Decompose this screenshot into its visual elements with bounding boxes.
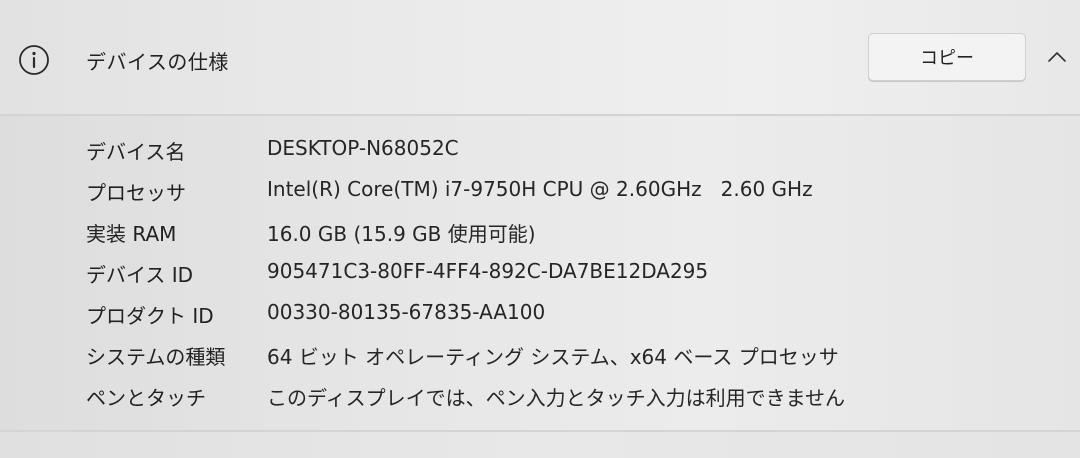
spec-label: ペンとタッチ bbox=[86, 386, 206, 410]
spec-label: プロセッサ bbox=[86, 181, 186, 205]
spec-value: Intel(R) Core(TM) i7-9750H CPU @ 2.60GHz… bbox=[267, 177, 813, 201]
section-title: デバイスの仕様 bbox=[86, 50, 229, 74]
spec-row-product-id: プロダクト ID 00330-80135-67835-AA100 bbox=[0, 292, 1080, 332]
spec-value: 64 ビット オペレーティング システム、x64 ベース プロセッサ bbox=[267, 345, 839, 369]
device-specs-header[interactable]: デバイスの仕様 コピー bbox=[0, 0, 1080, 116]
spec-label: プロダクト ID bbox=[86, 304, 214, 328]
spec-label: デバイス名 bbox=[86, 140, 186, 164]
spec-value: DESKTOP-N68052C bbox=[267, 136, 459, 160]
spec-value: 00330-80135-67835-AA100 bbox=[267, 300, 546, 324]
spec-row-pen-and-touch: ペンとタッチ このディスプレイでは、ペン入力とタッチ入力は利用できません bbox=[0, 374, 1080, 414]
spec-label: デバイス ID bbox=[86, 263, 194, 287]
chevron-up-icon[interactable] bbox=[1046, 49, 1068, 65]
device-specs-panel: デバイスの仕様 コピー デバイス名 DESKTOP-N68052C プロセッサ … bbox=[0, 0, 1080, 458]
spec-value: このディスプレイでは、ペン入力とタッチ入力は利用できません bbox=[267, 386, 845, 410]
spec-value: 905471C3-80FF-4FF4-892C-DA7BE12DA295 bbox=[267, 259, 709, 283]
next-section-edge bbox=[0, 432, 1080, 458]
spec-label: 実装 RAM bbox=[86, 222, 177, 246]
spec-row-device-name: デバイス名 DESKTOP-N68052C bbox=[0, 128, 1080, 168]
copy-button[interactable]: コピー bbox=[868, 33, 1026, 81]
copy-button-label: コピー bbox=[920, 48, 974, 69]
info-icon bbox=[19, 45, 49, 75]
spec-row-processor: プロセッサ Intel(R) Core(TM) i7-9750H CPU @ 2… bbox=[0, 169, 1080, 209]
spec-row-system-type: システムの種類 64 ビット オペレーティング システム、x64 ベース プロセ… bbox=[0, 333, 1080, 373]
spec-row-installed-ram: 実装 RAM 16.0 GB (15.9 GB 使用可能) bbox=[0, 210, 1080, 250]
spec-label: システムの種類 bbox=[86, 345, 226, 369]
spec-value: 16.0 GB (15.9 GB 使用可能) bbox=[267, 222, 536, 246]
spec-row-device-id: デバイス ID 905471C3-80FF-4FF4-892C-DA7BE12D… bbox=[0, 251, 1080, 291]
